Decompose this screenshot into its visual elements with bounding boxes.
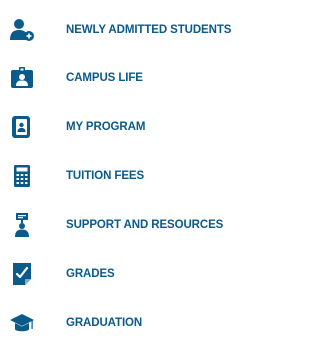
menu-item-label: MY PROGRAM bbox=[66, 121, 146, 133]
presenter-icon bbox=[10, 213, 34, 237]
menu-item-support-and-resources[interactable]: SUPPORT AND RESOURCES bbox=[0, 213, 259, 247]
graduation-cap-icon bbox=[10, 311, 34, 335]
menu-item-grades[interactable]: GRADES bbox=[0, 262, 259, 296]
menu-item-campus-life[interactable]: CAMPUS LIFE bbox=[0, 66, 259, 100]
menu-item-newly-admitted-students[interactable]: NEWLY ADMITTED STUDENTS bbox=[0, 18, 259, 52]
menu-item-graduation[interactable]: GRADUATION bbox=[0, 311, 259, 345]
menu-item-label: CAMPUS LIFE bbox=[66, 72, 143, 84]
add-user-icon bbox=[10, 18, 34, 42]
menu-item-label: TUITION FEES bbox=[66, 170, 145, 182]
menu-item-label: GRADES bbox=[66, 268, 115, 280]
main-menu: NEWLY ADMITTED STUDENTS CAMPUS LIFE MY P… bbox=[0, 0, 259, 364]
contact-book-icon bbox=[10, 115, 34, 139]
id-badge-icon bbox=[10, 66, 34, 90]
menu-item-label: NEWLY ADMITTED STUDENTS bbox=[66, 24, 232, 36]
menu-item-my-program[interactable]: MY PROGRAM bbox=[0, 115, 259, 149]
calculator-icon bbox=[10, 164, 34, 188]
menu-item-tuition-fees[interactable]: TUITION FEES bbox=[0, 164, 259, 198]
menu-item-label: SUPPORT AND RESOURCES bbox=[66, 219, 224, 231]
graded-paper-icon bbox=[10, 262, 34, 286]
menu-item-label: GRADUATION bbox=[66, 317, 143, 329]
